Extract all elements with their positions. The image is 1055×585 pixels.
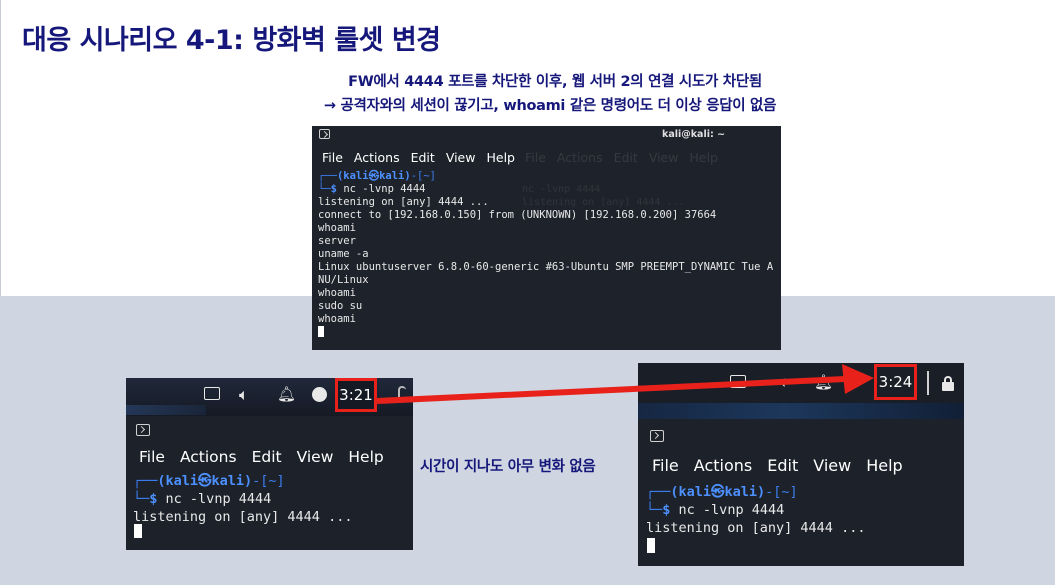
left-clock-highlight: 3:21 bbox=[335, 378, 377, 412]
volume-icon[interactable]: 🔈︎ bbox=[239, 385, 249, 405]
menu-actions[interactable]: Actions bbox=[694, 456, 752, 475]
window-title: kali@kali: ~ bbox=[662, 129, 726, 140]
display-icon[interactable] bbox=[730, 375, 746, 388]
ghost-menu-view: View bbox=[648, 150, 679, 165]
display-icon[interactable] bbox=[204, 387, 220, 400]
bell-icon[interactable]: 🔔︎ bbox=[814, 373, 833, 391]
command-text: nc -lvnp 4444 bbox=[678, 502, 785, 518]
output-line: sudo su bbox=[318, 300, 363, 312]
main-terminal-window[interactable]: kali@kali: ~ File Actions Edit View Help… bbox=[312, 126, 781, 350]
terminal-icon[interactable] bbox=[319, 129, 330, 139]
tray-divider bbox=[927, 371, 929, 395]
output-line: Linux ubuntuserver 6.8.0-60-generic #63-… bbox=[318, 261, 774, 273]
command-text: nc -lvnp 4444 bbox=[165, 491, 272, 507]
terminal-output[interactable]: ┌──(kali㉿kali)-[~] └─$ nc -lvnp 4444 lis… bbox=[646, 483, 865, 537]
terminal-output[interactable]: ┌──(kali㉿kali)-[~] └─$ nc -lvnp 4444 lis… bbox=[133, 472, 352, 526]
output-line: server bbox=[318, 235, 356, 247]
ghost-command: nc -lvnp 4444 bbox=[522, 184, 601, 195]
ghost-menubar: File Actions Edit View Help bbox=[525, 150, 729, 165]
prompt-user: (kali㉿kali) bbox=[670, 484, 766, 500]
scene-text bbox=[126, 405, 206, 415]
menu-view[interactable]: View bbox=[297, 448, 334, 466]
ghost-listening: listening on [any] 4444 ... bbox=[522, 197, 685, 208]
terminal-icon[interactable] bbox=[136, 424, 150, 436]
prompt-user: (kali㉿kali) bbox=[336, 170, 411, 182]
menu-file[interactable]: File bbox=[322, 150, 343, 165]
ghost-menu-edit: Edit bbox=[613, 150, 638, 165]
menu-edit[interactable]: Edit bbox=[411, 150, 435, 165]
bell-icon[interactable]: 🔔︎ bbox=[277, 385, 296, 403]
menu-edit[interactable]: Edit bbox=[252, 448, 282, 466]
prompt-dir: -[~] bbox=[765, 484, 798, 500]
output-line: listening on [any] 4444 ... bbox=[133, 509, 353, 525]
power-icon[interactable] bbox=[312, 387, 327, 402]
prompt-user: (kali㉿kali) bbox=[157, 473, 253, 489]
subtitle-line-2: → 공격자와의 세션이 끊기고, whoami 같은 명령어도 더 이상 응답이… bbox=[323, 98, 777, 114]
lock-body bbox=[942, 382, 954, 391]
subtitle-line-1: FW에서 4444 포트를 차단한 이후, 웹 서버 2의 연결 시도가 차단됨 bbox=[348, 74, 762, 90]
prompt-dir: -[~] bbox=[410, 170, 436, 182]
output-line: listening on [any] 4444 ... bbox=[318, 196, 489, 208]
ghost-menu-file: File bbox=[525, 150, 546, 165]
separator-icon bbox=[398, 386, 406, 402]
output-line: whoami bbox=[318, 313, 356, 325]
output-line: NU/Linux bbox=[318, 274, 369, 286]
output-line: connect to [192.168.0.150] from (UNKNOWN… bbox=[318, 209, 717, 221]
volume-icon[interactable]: 🔈︎ bbox=[780, 373, 789, 391]
terminal-menubar: File Actions Edit View Help bbox=[652, 456, 918, 475]
terminal-titlebar: kali@kali: ~ bbox=[312, 126, 781, 144]
output-line: listening on [any] 4444 ... bbox=[646, 520, 866, 536]
terminal-icon[interactable] bbox=[650, 430, 664, 442]
text-cursor bbox=[647, 538, 655, 553]
menu-file[interactable]: File bbox=[139, 448, 165, 466]
text-cursor bbox=[134, 524, 142, 538]
lock-icon[interactable] bbox=[942, 376, 954, 391]
right-clock-highlight: 3:24 bbox=[874, 364, 917, 400]
output-line: whoami bbox=[318, 222, 356, 234]
menu-view[interactable]: View bbox=[446, 150, 476, 165]
menu-help[interactable]: Help bbox=[866, 456, 902, 475]
menu-actions[interactable]: Actions bbox=[180, 448, 237, 466]
menu-file[interactable]: File bbox=[652, 456, 679, 475]
menu-help[interactable]: Help bbox=[486, 150, 515, 165]
ghost-output: nc -lvnp 4444 listening on [any] 4444 ..… bbox=[522, 183, 685, 209]
menu-actions[interactable]: Actions bbox=[354, 150, 400, 165]
text-cursor bbox=[318, 326, 324, 337]
no-change-note: 시간이 지나도 아무 변화 없음 bbox=[420, 459, 596, 475]
ghost-menu-actions: Actions bbox=[556, 150, 603, 165]
prompt-dir: -[~] bbox=[252, 473, 285, 489]
menu-help[interactable]: Help bbox=[348, 448, 383, 466]
ghost-menu-help: Help bbox=[689, 150, 718, 165]
terminal-menubar: File Actions Edit View Help bbox=[139, 448, 399, 466]
terminal-menubar: File Actions Edit View Help bbox=[322, 150, 526, 165]
output-line: whoami bbox=[318, 287, 356, 299]
menu-edit[interactable]: Edit bbox=[767, 456, 798, 475]
output-line: uname -a bbox=[318, 248, 369, 260]
menu-view[interactable]: View bbox=[813, 456, 851, 475]
command-text: nc -lvnp 4444 bbox=[343, 183, 426, 195]
slide-title: 대응 시나리오 4-1: 방화벽 룰셋 변경 bbox=[22, 25, 441, 56]
